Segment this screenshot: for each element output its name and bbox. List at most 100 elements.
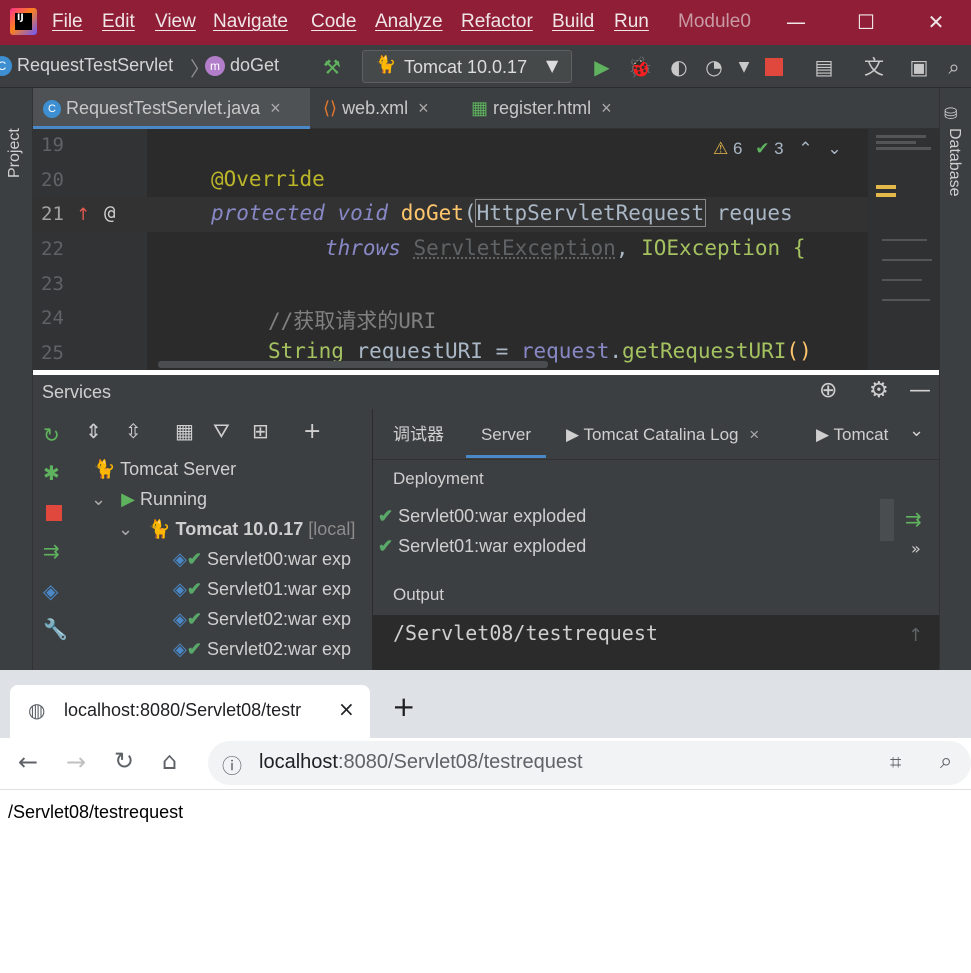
tabs-overflow-chevron-icon[interactable]: ⌄: [909, 420, 924, 441]
deployment-item[interactable]: ✔ Servlet00:war exploded: [378, 506, 586, 527]
stop-server-icon[interactable]: [46, 505, 62, 521]
tab-request-test-servlet[interactable]: C RequestTestServlet.java ×: [33, 88, 310, 129]
annotation-gutter-icon[interactable]: @: [104, 202, 115, 224]
tab-register-html[interactable]: ▦ register.html ×: [461, 88, 641, 129]
stop-icon[interactable]: [765, 58, 783, 76]
run-configuration-select[interactable]: 🐈 Tomcat 10.0.17 ▼: [362, 50, 572, 83]
previous-highlight-icon[interactable]: ⌃: [798, 139, 812, 158]
close-tab-icon[interactable]: ×: [418, 98, 429, 118]
browser-tab[interactable]: ◍ localhost:8080/Servlet08/testr ×: [10, 685, 370, 738]
terminal-icon[interactable]: ▣: [905, 53, 933, 81]
deployment-scrollbar[interactable]: [880, 499, 894, 541]
artifact-icon[interactable]: ◈: [43, 579, 58, 603]
info-icon[interactable]: ⓘ: [222, 750, 242, 779]
weak-warning-icon: ✔: [755, 139, 770, 158]
tree-tomcat-instance[interactable]: ⌄ 🐈 Tomcat 10.0.17 [local]: [118, 519, 355, 540]
filter-icon[interactable]: ⛛: [213, 419, 230, 443]
menu-navigate[interactable]: Navigate: [213, 11, 288, 33]
close-tab-icon[interactable]: ×: [338, 697, 355, 721]
menu-file[interactable]: File: [52, 11, 83, 33]
translate-icon[interactable]: 文: [860, 53, 888, 81]
reload-icon[interactable]: ↻: [114, 747, 134, 775]
tree-artifact[interactable]: ◈✔ Servlet00:war exp: [173, 549, 351, 570]
artifact-icon: ◈: [173, 609, 187, 629]
error-stripe[interactable]: [868, 129, 939, 370]
tree-label: Servlet02:war exp: [206, 609, 352, 629]
close-tab-icon[interactable]: ×: [749, 425, 759, 444]
tab-tomcat-log[interactable]: ▶ Tomcat: [816, 420, 888, 458]
close-tab-icon[interactable]: ×: [601, 98, 612, 118]
translate-icon[interactable]: ⌗: [890, 750, 901, 774]
wrench-icon[interactable]: 🔧: [43, 617, 68, 641]
zoom-icon[interactable]: ⌕: [940, 749, 952, 774]
tree-artifact[interactable]: ◈✔ Servlet01:war exp: [173, 579, 351, 600]
target-icon[interactable]: ⊕: [819, 378, 837, 403]
more-actions-icon[interactable]: »: [911, 539, 921, 558]
code-editor[interactable]: 19 20 21 22 23 24 25 ↑ @ ⚠ 6 ✔ 3 ⌃ ⌄ @Ov…: [33, 129, 939, 370]
more-run-chevron-icon[interactable]: ▼: [730, 53, 758, 81]
menu-view[interactable]: View: [155, 11, 196, 33]
gear-icon[interactable]: ⚙: [869, 378, 889, 403]
forward-arrow-icon[interactable]: →: [66, 748, 86, 776]
maximize-button[interactable]: ☐: [851, 8, 881, 36]
build-hammer-icon[interactable]: ⚒: [318, 53, 346, 81]
tree-artifact[interactable]: ◈✔ Servlet02:war exp: [173, 609, 351, 630]
close-window-button[interactable]: ✕: [921, 8, 951, 36]
tree-running[interactable]: ⌄ ▶ Running: [91, 489, 207, 510]
add-service-icon[interactable]: +: [303, 419, 321, 444]
inspection-widget[interactable]: ⚠ 6 ✔ 3 ⌃ ⌄: [713, 139, 842, 159]
tab-server[interactable]: Server: [466, 420, 546, 458]
tree-tomcat-server[interactable]: 🐈 Tomcat Server: [93, 459, 236, 480]
project-structure-icon[interactable]: ▤: [810, 53, 838, 81]
menu-build[interactable]: Build: [552, 11, 594, 33]
tree-artifact[interactable]: ◈✔ Servlet02:war exp: [173, 639, 351, 660]
browser-tab-title: localhost:8080/Servlet08/testr: [64, 700, 302, 720]
deploy-icon[interactable]: ⇉: [43, 539, 60, 563]
collapse-all-icon[interactable]: ⇳: [125, 419, 142, 443]
menu-analyze[interactable]: Analyze: [375, 11, 443, 33]
dot: .: [609, 339, 623, 363]
search-icon[interactable]: ⌕: [940, 53, 968, 81]
deployment-item[interactable]: ✔ Servlet01:war exploded: [378, 536, 586, 557]
new-tab-button[interactable]: +: [392, 690, 415, 723]
rerun-icon[interactable]: ↻: [43, 423, 60, 447]
output-console[interactable]: /Servlet08/testrequest ↑: [373, 615, 939, 670]
hide-panel-icon[interactable]: —: [909, 378, 931, 403]
code-comment: //获取请求的URI: [268, 309, 437, 333]
tomcat-icon: 🐈: [148, 519, 171, 539]
minimize-button[interactable]: —: [781, 8, 811, 36]
debug-bug-icon[interactable]: 🐞: [626, 53, 654, 81]
tab-web-xml[interactable]: ⟨⟩ web.xml ×: [313, 88, 453, 129]
line-number: 24: [41, 307, 64, 329]
run-icon[interactable]: ▶: [588, 53, 616, 81]
group-by-icon[interactable]: ▦: [175, 419, 194, 443]
services-title: Services: [42, 382, 112, 402]
menu-code[interactable]: Code: [311, 11, 356, 33]
project-tool-button[interactable]: Project: [6, 98, 28, 178]
scroll-up-icon[interactable]: ↑: [908, 625, 923, 646]
address-bar[interactable]: ⓘ localhost:8080/Servlet08/testrequest ⌗…: [208, 741, 971, 785]
tab-label: Tomcat Catalina Log: [583, 425, 739, 444]
horizontal-scrollbar[interactable]: [158, 361, 548, 368]
variable: requestURI: [343, 339, 496, 363]
coverage-icon[interactable]: ◐: [665, 53, 693, 81]
close-tab-icon[interactable]: ×: [270, 98, 281, 118]
back-arrow-icon[interactable]: ←: [18, 748, 38, 776]
new-tab-icon[interactable]: ⊞: [252, 419, 269, 443]
home-icon[interactable]: ⌂: [162, 747, 177, 775]
override-method-icon[interactable]: ↑: [76, 205, 90, 225]
breadcrumb-method[interactable]: m doGet: [205, 55, 279, 77]
profile-icon[interactable]: ◔: [700, 53, 728, 81]
expand-all-icon[interactable]: ⇕: [85, 419, 102, 443]
tab-debugger[interactable]: 调试器: [393, 420, 444, 458]
next-highlight-icon[interactable]: ⌄: [827, 139, 841, 158]
deploy-all-icon[interactable]: ⇉: [905, 507, 922, 531]
database-tool-button[interactable]: Database: [945, 128, 963, 197]
menu-run[interactable]: Run: [614, 11, 649, 33]
menu-refactor[interactable]: Refactor: [461, 11, 533, 33]
debug-icon[interactable]: ✱: [43, 461, 60, 485]
menu-edit[interactable]: Edit: [102, 11, 135, 33]
breadcrumb-class[interactable]: C RequestTestServlet: [0, 55, 173, 77]
separator: ,: [615, 236, 642, 260]
tab-catalina-log[interactable]: ▶ Tomcat Catalina Log ×: [566, 420, 759, 458]
